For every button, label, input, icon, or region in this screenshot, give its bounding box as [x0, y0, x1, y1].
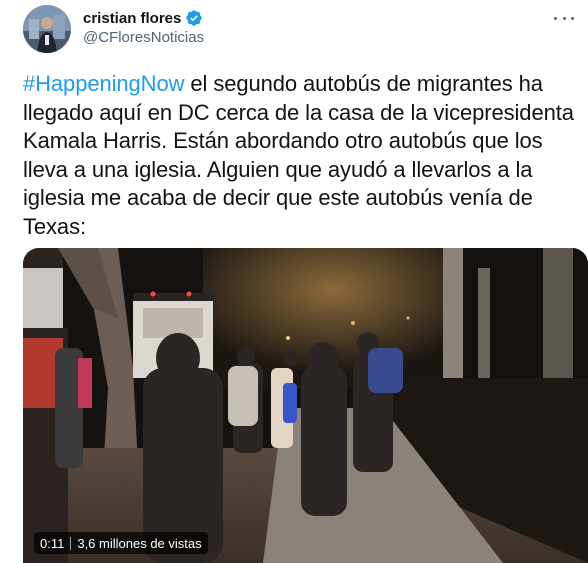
- video-stats-badge: 0:11 3,6 millones de vistas: [34, 532, 208, 554]
- verified-badge-icon: [186, 10, 203, 26]
- video-view-count: 3,6 millones de vistas: [77, 535, 202, 551]
- tweet-body: el segundo autobús de migrantes ha llega…: [23, 71, 574, 239]
- author-handle[interactable]: @CFloresNoticias: [83, 29, 204, 46]
- more-options-icon[interactable]: [554, 10, 574, 26]
- avatar[interactable]: [23, 5, 71, 53]
- video-duration: 0:11: [40, 535, 65, 551]
- video-frame: [23, 248, 588, 563]
- avatar-photo: [23, 5, 71, 53]
- hashtag-link[interactable]: #HappeningNow: [23, 71, 184, 96]
- video-player[interactable]: 0:11 3,6 millones de vistas: [23, 248, 588, 563]
- badge-divider: [70, 536, 72, 550]
- tweet-text: #HappeningNow el segundo autobús de migr…: [23, 70, 579, 241]
- author-name[interactable]: cristian flores: [83, 10, 181, 27]
- author-name-row[interactable]: cristian flores: [83, 8, 203, 28]
